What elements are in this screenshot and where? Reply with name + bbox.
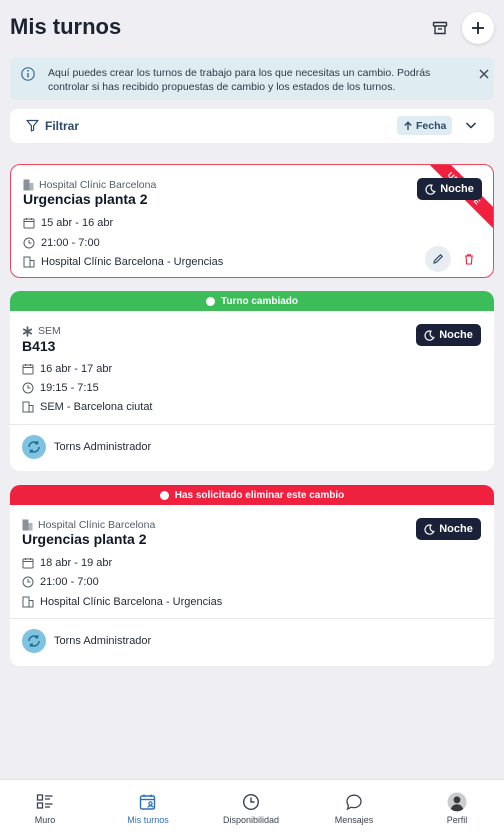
admin-row[interactable]: Torns Administrador <box>22 629 151 653</box>
calendar-user-icon <box>138 792 158 812</box>
building-icon <box>23 179 34 191</box>
shift-name: Urgencias planta 2 <box>23 191 148 207</box>
tab-muro[interactable]: Muro <box>0 792 95 825</box>
sync-avatar-icon <box>22 629 46 653</box>
night-badge: Noche <box>416 518 481 540</box>
night-badge: Noche <box>416 324 481 346</box>
asterisk-icon <box>22 326 33 336</box>
add-shift-button[interactable] <box>462 12 494 44</box>
hospital-label: Hospital Clínic Barcelona <box>22 519 155 531</box>
tab-perfil[interactable]: Perfil <box>407 792 504 825</box>
moon-icon <box>425 183 436 195</box>
admin-row[interactable]: Torns Administrador <box>22 435 151 459</box>
urgent-ribbon: URGENTE <box>423 165 493 235</box>
building-icon <box>22 519 33 531</box>
shift-name: Urgencias planta 2 <box>22 531 147 547</box>
clock-icon <box>22 576 34 588</box>
close-info-button[interactable] <box>476 66 492 82</box>
profile-avatar <box>447 792 467 812</box>
wall-icon <box>35 792 55 812</box>
status-dot <box>205 296 215 306</box>
sort-label: Fecha <box>416 119 447 132</box>
pencil-icon <box>433 253 444 264</box>
shift-name: B413 <box>22 338 56 354</box>
calendar-icon <box>22 363 34 375</box>
building-icon <box>22 401 34 413</box>
info-icon <box>21 67 35 86</box>
clock-icon <box>23 237 35 249</box>
trash-icon <box>465 254 473 265</box>
building-icon <box>22 596 34 608</box>
hospital-label: Hospital Clínic Barcelona <box>23 179 156 191</box>
shift-time: 19:15 - 7:15 <box>22 382 99 394</box>
filter-bar: Filtrar Fecha <box>10 109 494 143</box>
status-banner: Has solicitado eliminar este cambio <box>10 485 494 505</box>
clock-icon <box>241 792 261 812</box>
filter-icon[interactable] <box>26 119 39 137</box>
shift-location: SEM - Barcelona ciutat <box>22 401 153 413</box>
shift-dates: 15 abr - 16 abr <box>23 217 113 229</box>
chevron-down-icon <box>465 122 477 129</box>
night-badge: Noche <box>417 178 482 200</box>
shift-card[interactable]: Has solicitado eliminar este cambio Hosp… <box>10 485 494 666</box>
info-text: Aquí puedes crear los turnos de trabajo … <box>48 67 431 93</box>
page-title: Mis turnos <box>10 14 122 39</box>
shift-location: Hospital Clínic Barcelona - Urgencias <box>22 596 222 608</box>
moon-icon <box>424 329 435 341</box>
plus-icon <box>472 22 484 34</box>
expand-filter-button[interactable] <box>464 118 478 137</box>
status-banner: Turno cambiado <box>10 291 494 311</box>
divider <box>10 618 494 619</box>
status-dot <box>159 490 169 500</box>
divider <box>10 424 494 425</box>
shift-location: Hospital Clínic Barcelona - Urgencias <box>23 256 223 268</box>
close-icon <box>479 69 489 79</box>
archive-icon <box>432 21 448 35</box>
hospital-label: SEM <box>22 325 61 337</box>
moon-icon <box>424 523 435 535</box>
delete-button[interactable] <box>459 249 479 269</box>
shift-card[interactable]: Turno cambiado SEM B413 Noche 16 abr - 1… <box>10 291 494 471</box>
info-banner: Aquí puedes crear los turnos de trabajo … <box>10 58 494 100</box>
sync-avatar-icon <box>22 435 46 459</box>
clock-icon <box>22 382 34 394</box>
archive-button[interactable] <box>425 13 455 43</box>
shift-time: 21:00 - 7:00 <box>23 237 100 249</box>
tab-disponibilidad[interactable]: Disponibilidad <box>201 792 301 825</box>
edit-button[interactable] <box>425 246 451 272</box>
shift-dates: 16 abr - 17 abr <box>22 363 112 375</box>
bottom-tab-bar: Muro Mis turnos Disponibilidad Mensajes … <box>0 779 504 839</box>
header: Mis turnos <box>0 0 504 56</box>
sort-date-chip[interactable]: Fecha <box>397 116 453 135</box>
calendar-icon <box>23 217 35 229</box>
shift-dates: 18 abr - 19 abr <box>22 557 112 569</box>
building-icon <box>23 256 35 268</box>
shift-time: 21:00 - 7:00 <box>22 576 99 588</box>
filter-button[interactable]: Filtrar <box>45 119 79 133</box>
tab-mensajes[interactable]: Mensajes <box>304 792 404 825</box>
shift-card[interactable]: URGENTE Hospital Clínic Barcelona Urgenc… <box>10 164 494 278</box>
chat-icon <box>344 792 364 812</box>
arrow-up-icon <box>404 120 412 130</box>
calendar-icon <box>22 557 34 569</box>
tab-mis-turnos[interactable]: Mis turnos <box>98 792 198 825</box>
